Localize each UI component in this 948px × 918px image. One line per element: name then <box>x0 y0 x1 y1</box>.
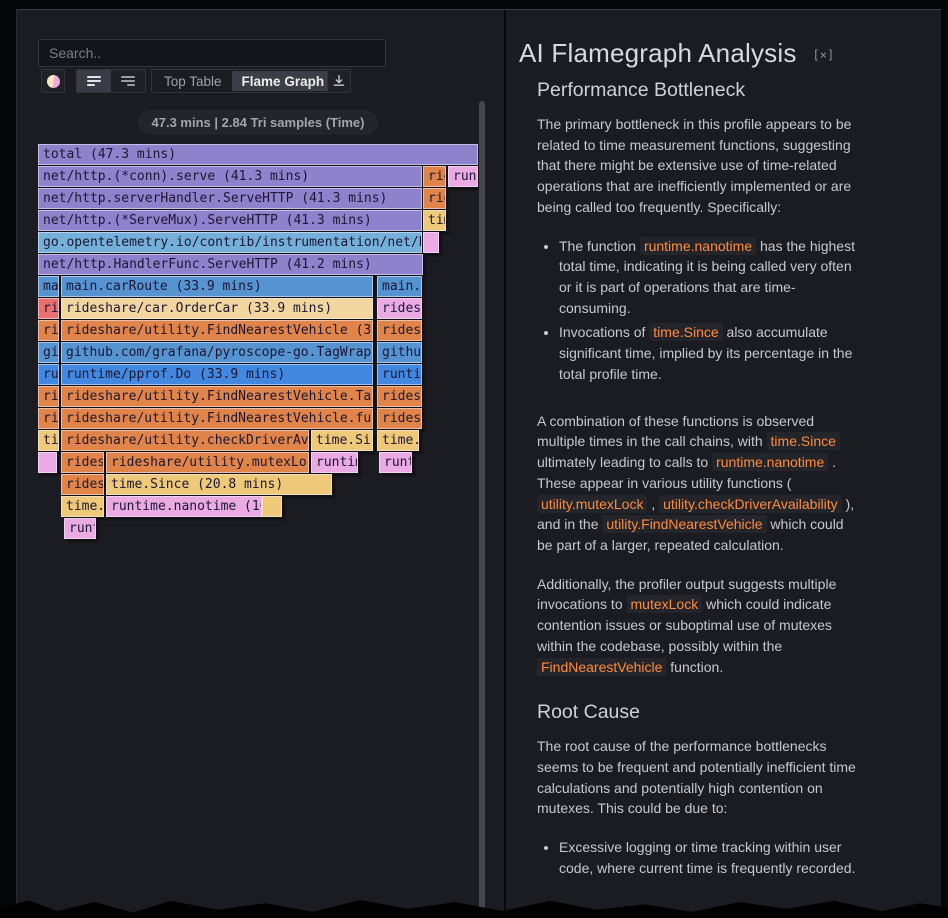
flame-block[interactable] <box>262 496 282 517</box>
flame-block[interactable]: rid <box>38 320 59 341</box>
code-span: utility.FindNearestVehicle <box>602 515 766 533</box>
flame-block[interactable]: runtim <box>377 364 422 385</box>
flame-block[interactable]: github.com/grafana/pyroscope-go.TagWrapp… <box>61 342 373 363</box>
list-item: The function runtime.nanotime has the hi… <box>559 236 856 319</box>
flamegraph: total (47.3 mins)net/http.(*conn).serve … <box>38 144 478 544</box>
flame-block[interactable]: time.S <box>377 430 419 451</box>
flame-block[interactable]: rid <box>38 386 59 407</box>
flame-block[interactable]: ridesh <box>377 408 422 429</box>
flame-block[interactable]: github <box>377 342 422 363</box>
paragraph: A combination of these functions is obse… <box>537 411 856 556</box>
flame-block[interactable]: rideshare/utility.FindNearestVehicle.fun… <box>61 408 373 429</box>
flame-block[interactable]: main.s <box>377 276 422 297</box>
scrollbar-thumb[interactable] <box>479 101 485 913</box>
flame-block[interactable]: runtime/pprof.Do (33.9 mins) <box>61 364 373 385</box>
flame-block[interactable]: time.Sinc <box>311 430 373 451</box>
code-span: runtime.nanotime <box>640 237 756 255</box>
code-span: runtime.nanotime <box>712 453 828 471</box>
flame-block[interactable]: rideshare/utility.FindNearestVehicle.Tag… <box>61 386 373 407</box>
flame-block[interactable] <box>38 452 57 473</box>
flame-block[interactable]: ridesh <box>61 474 104 495</box>
screenshot-root: Top Table Flame Graph 47.3 mins | 2.84 T… <box>0 0 948 918</box>
tab-top-table[interactable]: Top Table <box>154 71 232 91</box>
flame-block[interactable]: tim <box>423 210 446 231</box>
page-title: AI Flamegraph Analysis <box>519 38 797 69</box>
flame-block[interactable]: runt <box>379 452 412 473</box>
flame-block[interactable] <box>423 232 439 253</box>
align-left-icon <box>87 76 101 86</box>
flame-block[interactable]: rideshare/utility.FindNearestVehicle (33… <box>61 320 373 341</box>
list-item: Excessive logging or time tracking withi… <box>559 837 856 878</box>
flame-block[interactable]: mai <box>38 276 59 297</box>
flame-block[interactable]: net/http.(*ServeMux).ServeHTTP (41.3 min… <box>38 210 422 231</box>
flame-block[interactable]: net/http.HandlerFunc.ServeHTTP (41.2 min… <box>38 254 423 275</box>
align-right-icon <box>121 76 135 86</box>
color-mode-button[interactable] <box>41 69 65 93</box>
app-window: Top Table Flame Graph 47.3 mins | 2.84 T… <box>16 9 941 918</box>
flame-block[interactable]: rideshare/car.OrderCar (33.9 mins) <box>61 298 373 319</box>
flame-block[interactable]: run <box>38 364 59 385</box>
analysis-content: Performance Bottleneck The primary bottle… <box>537 79 856 879</box>
download-button[interactable] <box>327 69 351 93</box>
flame-block[interactable]: git <box>38 342 59 363</box>
flame-block[interactable]: ridesh <box>61 452 104 473</box>
code-span: time.Since <box>649 323 722 341</box>
flame-block[interactable]: rid <box>423 166 446 187</box>
color-mode-icon <box>47 75 60 88</box>
align-right-button[interactable] <box>111 70 145 92</box>
flame-block[interactable]: time.S <box>61 496 104 517</box>
code-span: time.Since <box>767 432 840 450</box>
flame-block[interactable]: runt <box>64 518 96 539</box>
flame-block[interactable]: runt <box>448 166 478 187</box>
flame-block[interactable]: rideshare/utility.mutexLock <box>106 452 309 473</box>
alignment-toggle-group <box>76 69 146 93</box>
list-item: Invocations of time.Since also accumulat… <box>559 322 856 384</box>
frame-left <box>0 0 16 918</box>
search-input[interactable] <box>38 39 386 67</box>
flame-block[interactable]: ridesh <box>377 298 422 319</box>
stats-pill-wrap: 47.3 mins | 2.84 Tri samples (Time) <box>38 110 478 135</box>
bullet-list: Excessive logging or time tracking withi… <box>537 837 856 878</box>
flame-block[interactable]: go.opentelemetry.io/contrib/instrumentat… <box>38 232 422 253</box>
flame-block[interactable]: rid <box>38 298 59 319</box>
download-icon <box>332 74 346 88</box>
flame-block[interactable]: rideshare/utility.checkDriverAvai <box>61 430 309 451</box>
section-heading: Root Cause <box>537 701 856 724</box>
flame-block[interactable]: ridesh <box>377 386 422 407</box>
code-span: FindNearestVehicle <box>537 658 666 676</box>
frame-top <box>0 0 948 9</box>
align-left-button[interactable] <box>77 70 111 92</box>
flame-block[interactable]: total (47.3 mins) <box>38 144 478 165</box>
view-toggle-group: Top Table Flame Graph <box>151 69 337 93</box>
tab-flame-graph[interactable]: Flame Graph <box>232 71 335 91</box>
flame-block[interactable]: net/http.(*conn).serve (41.3 mins) <box>38 166 422 187</box>
flame-block[interactable]: ridesh <box>377 320 422 341</box>
flame-block[interactable]: net/http.serverHandler.ServeHTTP (41.3 m… <box>38 188 422 209</box>
paragraph: The root cause of the performance bottle… <box>537 736 856 819</box>
section-heading: Performance Bottleneck <box>537 79 856 102</box>
stats-badge: 47.3 mins | 2.84 Tri samples (Time) <box>138 110 379 135</box>
flame-block[interactable]: time.Since (20.8 mins) <box>106 474 332 495</box>
flame-block[interactable]: rid <box>38 408 59 429</box>
close-icon[interactable]: [×] <box>813 48 835 62</box>
code-span: utility.checkDriverAvailability <box>659 495 842 513</box>
flame-block[interactable]: main.carRoute (33.9 mins) <box>61 276 373 297</box>
analysis-panel: AI Flamegraph Analysis [×] Performance B… <box>506 10 942 918</box>
bullet-list: The function runtime.nanotime has the hi… <box>537 236 856 385</box>
flame-block[interactable]: runtime.nanotime (16. <box>106 496 262 517</box>
flame-block[interactable]: tim <box>38 430 59 451</box>
analysis-header: AI Flamegraph Analysis [×] <box>519 38 942 69</box>
paragraph: The primary bottleneck in this profile a… <box>537 114 856 218</box>
paragraph: Additionally, the profiler output sugges… <box>537 574 856 678</box>
flame-block[interactable]: runtime <box>311 452 358 473</box>
frame-right <box>941 0 948 918</box>
flame-block[interactable]: rid <box>423 188 446 209</box>
code-span: mutexLock <box>627 595 703 613</box>
code-span: utility.mutexLock <box>537 495 647 513</box>
